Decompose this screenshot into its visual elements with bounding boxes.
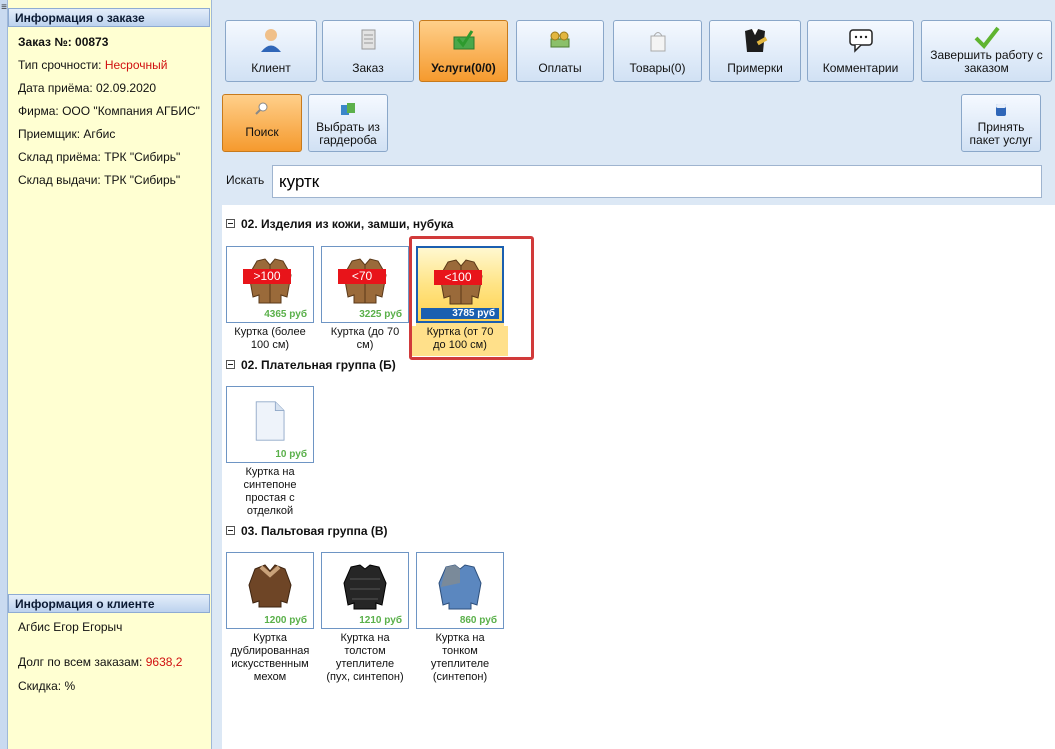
order-info-header: Информация о заказе	[8, 8, 210, 27]
accept-package-button[interactable]: Принять пакет услуг	[961, 94, 1041, 152]
service-caption: Куртка (до 70 см)	[330, 326, 400, 351]
down-jacket-icon	[343, 564, 387, 610]
service-tile[interactable]: 1210 руб Куртка на толстом утеплителе (пух,…	[321, 552, 409, 687]
client-name: Агбис Егор Егорыч	[18, 620, 123, 634]
wardrobe-icon	[341, 103, 355, 115]
warehouse-out-line: Склад выдачи: ТРК "Сибирь"	[18, 173, 181, 187]
order-button[interactable]: Заказ	[322, 20, 414, 82]
comment-icon	[848, 29, 873, 53]
shopping-bag-icon	[650, 32, 665, 52]
service-tile[interactable]: >100 4365 руб Куртка (более 100 см)	[226, 246, 314, 356]
firm-line: Фирма: ООО "Компания АГБИС"	[18, 104, 200, 118]
receiver-line: Приемщик: Агбис	[18, 127, 116, 141]
services-icon	[453, 30, 474, 50]
size-tag: <70	[338, 269, 386, 284]
search-mode-button[interactable]: Поиск	[222, 94, 302, 152]
service-tile[interactable]: 860 руб Куртка на тонком утеплителе (синтеп…	[416, 552, 504, 687]
service-price: 1200 руб	[264, 615, 307, 626]
search-input[interactable]	[272, 165, 1042, 198]
service-price: 1210 руб	[359, 615, 402, 626]
service-caption: Куртка (более 100 см)	[234, 326, 306, 351]
suit-icon	[745, 29, 768, 52]
client-info-header: Информация о клиенте	[8, 594, 210, 613]
fittings-button[interactable]: Примерки	[709, 20, 801, 82]
payments-icon	[550, 31, 570, 48]
order-icon	[361, 29, 376, 50]
finish-order-button[interactable]: Завершить работу с заказом	[921, 20, 1052, 82]
collapse-toggle-icon[interactable]	[226, 360, 235, 369]
service-price: 4365 руб	[264, 309, 307, 320]
client-button[interactable]: Клиент	[225, 20, 317, 82]
light-jacket-icon	[438, 564, 482, 610]
order-number: Заказ №: 00873	[18, 35, 109, 49]
urgency-line: Тип срочности: Несрочный	[18, 58, 168, 72]
service-tile[interactable]: 10 руб Куртка на синтепоне простая с отделк…	[226, 386, 314, 521]
collapse-strip[interactable]: ≡	[0, 0, 8, 749]
goods-button[interactable]: Товары(0)	[613, 20, 702, 82]
size-tag: >100	[243, 269, 291, 284]
collapse-toggle-icon[interactable]	[226, 219, 235, 228]
payments-button[interactable]: Оплаты	[516, 20, 604, 82]
service-price: 3225 руб	[359, 309, 402, 320]
service-caption: Куртка дублированная искусственным мехом	[230, 632, 310, 683]
main-area: Клиент Заказ Услуги(0/0) Оплаты Товары(0…	[212, 0, 1055, 749]
service-price: 860 руб	[459, 615, 497, 626]
service-caption: Куртка на толстом утеплителе (пух, синтепон…	[326, 632, 404, 683]
service-price: 10 руб	[275, 449, 307, 460]
group-header-coat[interactable]: 03. Пальтовая группа (В)	[226, 524, 388, 538]
discount-line: Скидка: %	[18, 679, 76, 693]
fur-jacket-icon	[248, 564, 292, 608]
services-button[interactable]: Услуги(0/0)	[419, 20, 508, 82]
service-caption: Куртка на тонком утеплителе (синтепон)	[430, 632, 490, 683]
service-tile[interactable]: <70 3225 руб Куртка (до 70 см)	[321, 246, 409, 356]
selection-highlight-frame	[409, 236, 534, 360]
group-header-dress[interactable]: 02. Плательная группа (Б)	[226, 358, 396, 372]
date-line: Дата приёма: 02.09.2020	[18, 81, 157, 95]
collapse-toggle-icon[interactable]	[226, 526, 235, 535]
order-info-panel: ≡ Информация о заказе Заказ №: 00873 Тип…	[0, 0, 212, 749]
collapse-glyph-icon[interactable]: ≡	[0, 2, 8, 13]
search-label: Искать	[226, 173, 265, 187]
magnifier-icon	[255, 102, 268, 115]
package-icon	[996, 104, 1006, 116]
blank-document-icon	[255, 401, 285, 441]
urgency-value: Несрочный	[104, 58, 168, 72]
service-caption: Куртка на синтепоне простая с отделкой	[243, 466, 297, 517]
wardrobe-button[interactable]: Выбрать из гардероба	[308, 94, 388, 152]
service-tile[interactable]: 1200 руб Куртка дублированная искусственны…	[226, 552, 314, 687]
debt-value: 9638,2	[145, 655, 183, 669]
debt-line: Долг по всем заказам: 9638,2	[18, 655, 183, 669]
comments-button[interactable]: Комментарии	[807, 20, 914, 82]
group-header-leather[interactable]: 02. Изделия из кожи, замши, нубука	[226, 217, 453, 231]
warehouse-in-line: Склад приёма: ТРК "Сибирь"	[18, 150, 181, 164]
client-icon	[261, 29, 281, 52]
